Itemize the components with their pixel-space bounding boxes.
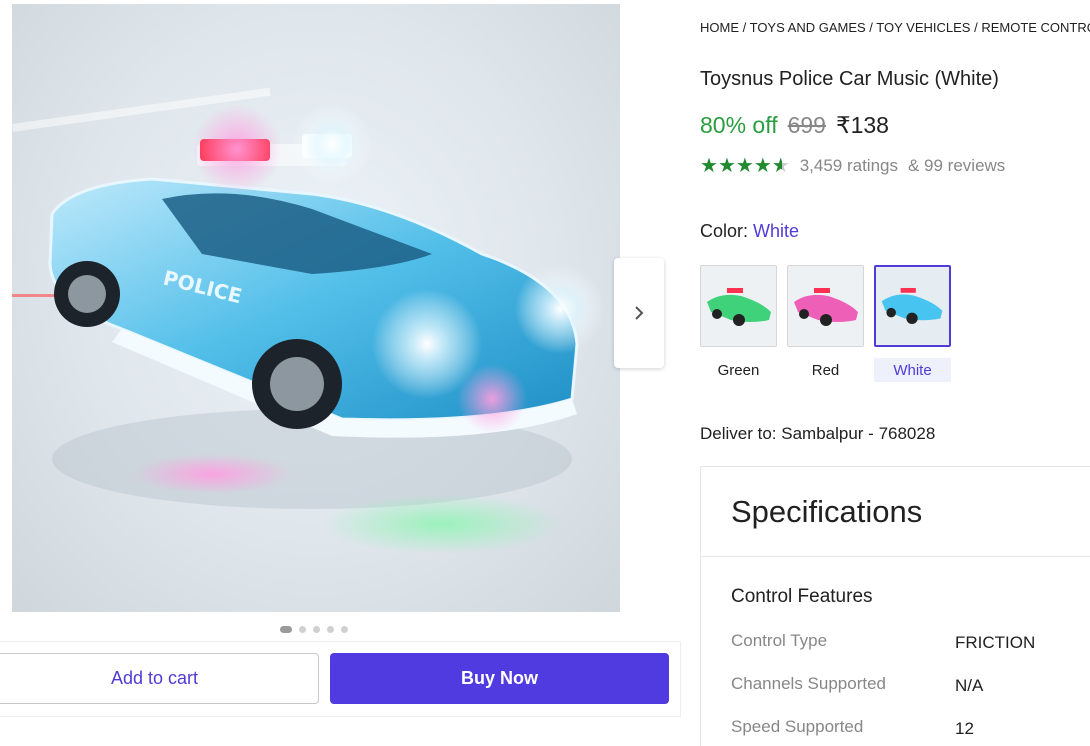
star-icon: ★ <box>735 155 754 177</box>
color-label: Color: White <box>700 221 799 242</box>
breadcrumb-home[interactable]: HOME <box>700 20 739 35</box>
color-swatch-red[interactable] <box>787 265 864 347</box>
carousel-dot-active[interactable] <box>280 626 292 633</box>
ratings-count[interactable]: 3,459 ratings <box>800 156 898 176</box>
color-option-white[interactable]: White <box>874 358 951 382</box>
breadcrumb: HOME / TOYS AND GAMES / TOY VEHICLES / R… <box>700 20 1090 35</box>
original-price: 699 <box>787 112 826 138</box>
discount-label: 80% off <box>700 112 778 138</box>
star-icon: ★ <box>753 155 772 177</box>
spec-value: N/A <box>955 676 984 695</box>
star-icon: ★ <box>717 155 736 177</box>
police-car-illustration: POLICE <box>12 87 605 554</box>
spec-value: FRICTION <box>955 633 1036 652</box>
carousel-dot[interactable] <box>313 626 320 633</box>
rating-row: ★★★★★ 3,459 ratings & 99 reviews <box>700 153 1005 178</box>
spec-label: Speed Supported <box>731 717 864 736</box>
color-label-text: Color: <box>700 221 749 241</box>
breadcrumb-toy-vehicles[interactable]: TOY VEHICLES <box>876 20 970 35</box>
half-star-icon: ★ <box>771 155 790 177</box>
breadcrumb-toys-and-games[interactable]: TOYS AND GAMES <box>750 20 866 35</box>
product-image[interactable]: POLICE <box>12 4 620 612</box>
spec-label: Channels Supported <box>731 674 887 693</box>
color-swatch-white[interactable] <box>874 265 951 347</box>
specifications-heading: Specifications <box>701 467 1090 557</box>
delivery-location[interactable]: Deliver to: Sambalpur - 768028 <box>700 424 935 444</box>
spec-section-title: Control Features <box>731 586 873 607</box>
color-option-red[interactable]: Red <box>787 358 864 382</box>
selected-color: White <box>753 221 800 241</box>
breadcrumb-remote-control[interactable]: REMOTE CONTROL <box>981 20 1090 35</box>
green-car-thumbnail <box>701 266 776 346</box>
star-icon: ★ <box>700 155 718 177</box>
color-option-green[interactable]: Green <box>700 358 777 382</box>
reviews-count[interactable]: & 99 reviews <box>908 156 1005 176</box>
carousel-dot[interactable] <box>327 626 334 633</box>
white-car-thumbnail <box>876 267 949 345</box>
spec-value: 12 <box>955 719 974 738</box>
selling-price: ₹138 <box>835 112 889 138</box>
buy-now-button[interactable]: Buy Now <box>330 653 669 704</box>
carousel-dots <box>280 626 348 633</box>
next-image-button[interactable] <box>614 258 664 368</box>
add-to-cart-button[interactable]: Add to cart <box>0 653 319 704</box>
red-car-thumbnail <box>788 266 863 346</box>
star-rating: ★★★★★ <box>700 153 790 178</box>
specifications-card: Specifications Control Features Control … <box>700 466 1090 746</box>
spec-label: Control Type <box>731 631 828 650</box>
carousel-dot[interactable] <box>341 626 348 633</box>
product-title: Toysnus Police Car Music (White) <box>700 68 999 90</box>
carousel-dot[interactable] <box>299 626 306 633</box>
chevron-right-icon <box>635 306 644 320</box>
color-swatch-green[interactable] <box>700 265 777 347</box>
price-row: 80% off 699 ₹138 <box>700 112 889 139</box>
